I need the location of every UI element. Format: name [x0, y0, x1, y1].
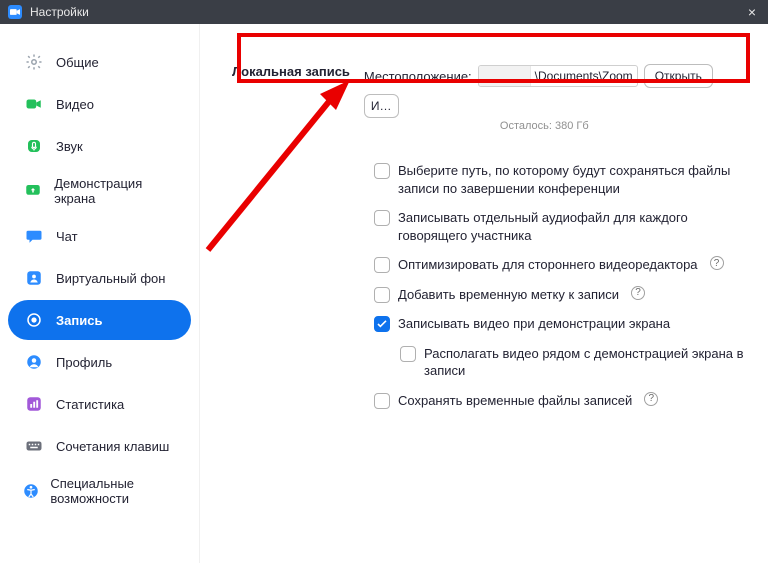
sidebar-item-share[interactable]: Демонстрация экрана: [8, 168, 191, 214]
record-icon: [22, 308, 46, 332]
help-icon[interactable]: ?: [710, 256, 724, 270]
window-title: Настройки: [30, 5, 89, 19]
sidebar-item-label: Запись: [56, 313, 102, 328]
video-icon: [22, 92, 46, 116]
help-icon[interactable]: ?: [644, 392, 658, 406]
help-icon[interactable]: ?: [631, 286, 645, 300]
sidebar-item-stats[interactable]: Статистика: [8, 384, 191, 424]
sidebar: Общие Видео Звук Демонстрация экрана Чат…: [0, 24, 200, 563]
option-label: Записывать видео при демонстрации экрана: [398, 315, 670, 333]
option-keep-temp-files[interactable]: Сохранять временные файлы записей ?: [374, 386, 754, 416]
change-folder-button[interactable]: И…: [364, 94, 399, 118]
option-label: Записывать отдельный аудиофайл для каждо…: [398, 209, 738, 244]
settings-icon: [22, 50, 46, 74]
app-icon: [8, 5, 22, 19]
option-label: Добавить временную метку к записи: [398, 286, 619, 304]
sidebar-item-label: Общие: [56, 55, 99, 70]
option-label: Выберите путь, по которому будут сохраня…: [398, 162, 738, 197]
checkbox[interactable]: [374, 393, 390, 409]
sidebar-item-label: Видео: [56, 97, 94, 112]
sidebar-item-video[interactable]: Видео: [8, 84, 191, 124]
option-optimize-editor[interactable]: Оптимизировать для стороннего видеоредак…: [374, 250, 754, 280]
audio-icon: [22, 134, 46, 158]
sidebar-item-label: Профиль: [56, 355, 112, 370]
option-label: Сохранять временные файлы записей: [398, 392, 632, 410]
option-separate-audio[interactable]: Записывать отдельный аудиофайл для каждо…: [374, 203, 754, 250]
option-record-during-share[interactable]: Записывать видео при демонстрации экрана: [374, 309, 754, 339]
option-video-beside-share[interactable]: Располагать видео рядом с демонстрацией …: [374, 339, 754, 386]
sidebar-item-label: Демонстрация экрана: [54, 176, 177, 206]
sidebar-item-recording[interactable]: Запись: [8, 300, 191, 340]
share-screen-icon: [22, 179, 44, 203]
checkbox[interactable]: [374, 257, 390, 273]
sidebar-item-label: Виртуальный фон: [56, 271, 165, 286]
sidebar-item-label: Звук: [56, 139, 83, 154]
sidebar-item-audio[interactable]: Звук: [8, 126, 191, 166]
sidebar-item-shortcuts[interactable]: Сочетания клавиш: [8, 426, 191, 466]
recording-options: Выберите путь, по которому будут сохраня…: [214, 156, 754, 415]
keyboard-icon: [22, 434, 46, 458]
option-choose-path[interactable]: Выберите путь, по которому будут сохраня…: [374, 156, 754, 203]
path-masked-segment: [479, 66, 531, 86]
open-folder-button[interactable]: Открыть: [644, 64, 713, 88]
checkbox[interactable]: [374, 163, 390, 179]
sidebar-item-general[interactable]: Общие: [8, 42, 191, 82]
checkbox[interactable]: [400, 346, 416, 362]
section-title-local-recording: Локальная запись: [232, 64, 350, 79]
checkbox[interactable]: [374, 287, 390, 303]
close-icon[interactable]: ×: [744, 5, 760, 19]
chat-icon: [22, 224, 46, 248]
sidebar-item-label: Чат: [56, 229, 78, 244]
path-visible-text: \Documents\Zoom: [531, 69, 637, 83]
sidebar-item-label: Специальные возможности: [50, 476, 177, 506]
sidebar-item-label: Статистика: [56, 397, 124, 412]
checkbox[interactable]: [374, 210, 390, 226]
checkbox[interactable]: [374, 316, 390, 332]
sidebar-item-accessibility[interactable]: Специальные возможности: [8, 468, 191, 514]
option-label: Оптимизировать для стороннего видеоредак…: [398, 256, 698, 274]
accessibility-icon: [22, 479, 40, 503]
option-add-timestamp[interactable]: Добавить временную метку к записи ?: [374, 280, 754, 310]
content-pane: Локальная запись Местоположение: \Docume…: [200, 24, 768, 563]
sidebar-item-label: Сочетания клавиш: [56, 439, 169, 454]
sidebar-item-virtual-bg[interactable]: Виртуальный фон: [8, 258, 191, 298]
remaining-space-text: Осталось: 380 Гб: [500, 120, 750, 132]
sidebar-item-chat[interactable]: Чат: [8, 216, 191, 256]
option-label: Располагать видео рядом с демонстрацией …: [424, 345, 754, 380]
profile-icon: [22, 350, 46, 374]
virtual-bg-icon: [22, 266, 46, 290]
sidebar-item-profile[interactable]: Профиль: [8, 342, 191, 382]
stats-icon: [22, 392, 46, 416]
recording-path-field[interactable]: \Documents\Zoom: [478, 65, 638, 87]
titlebar: Настройки ×: [0, 0, 768, 24]
location-label: Местоположение:: [364, 69, 472, 84]
